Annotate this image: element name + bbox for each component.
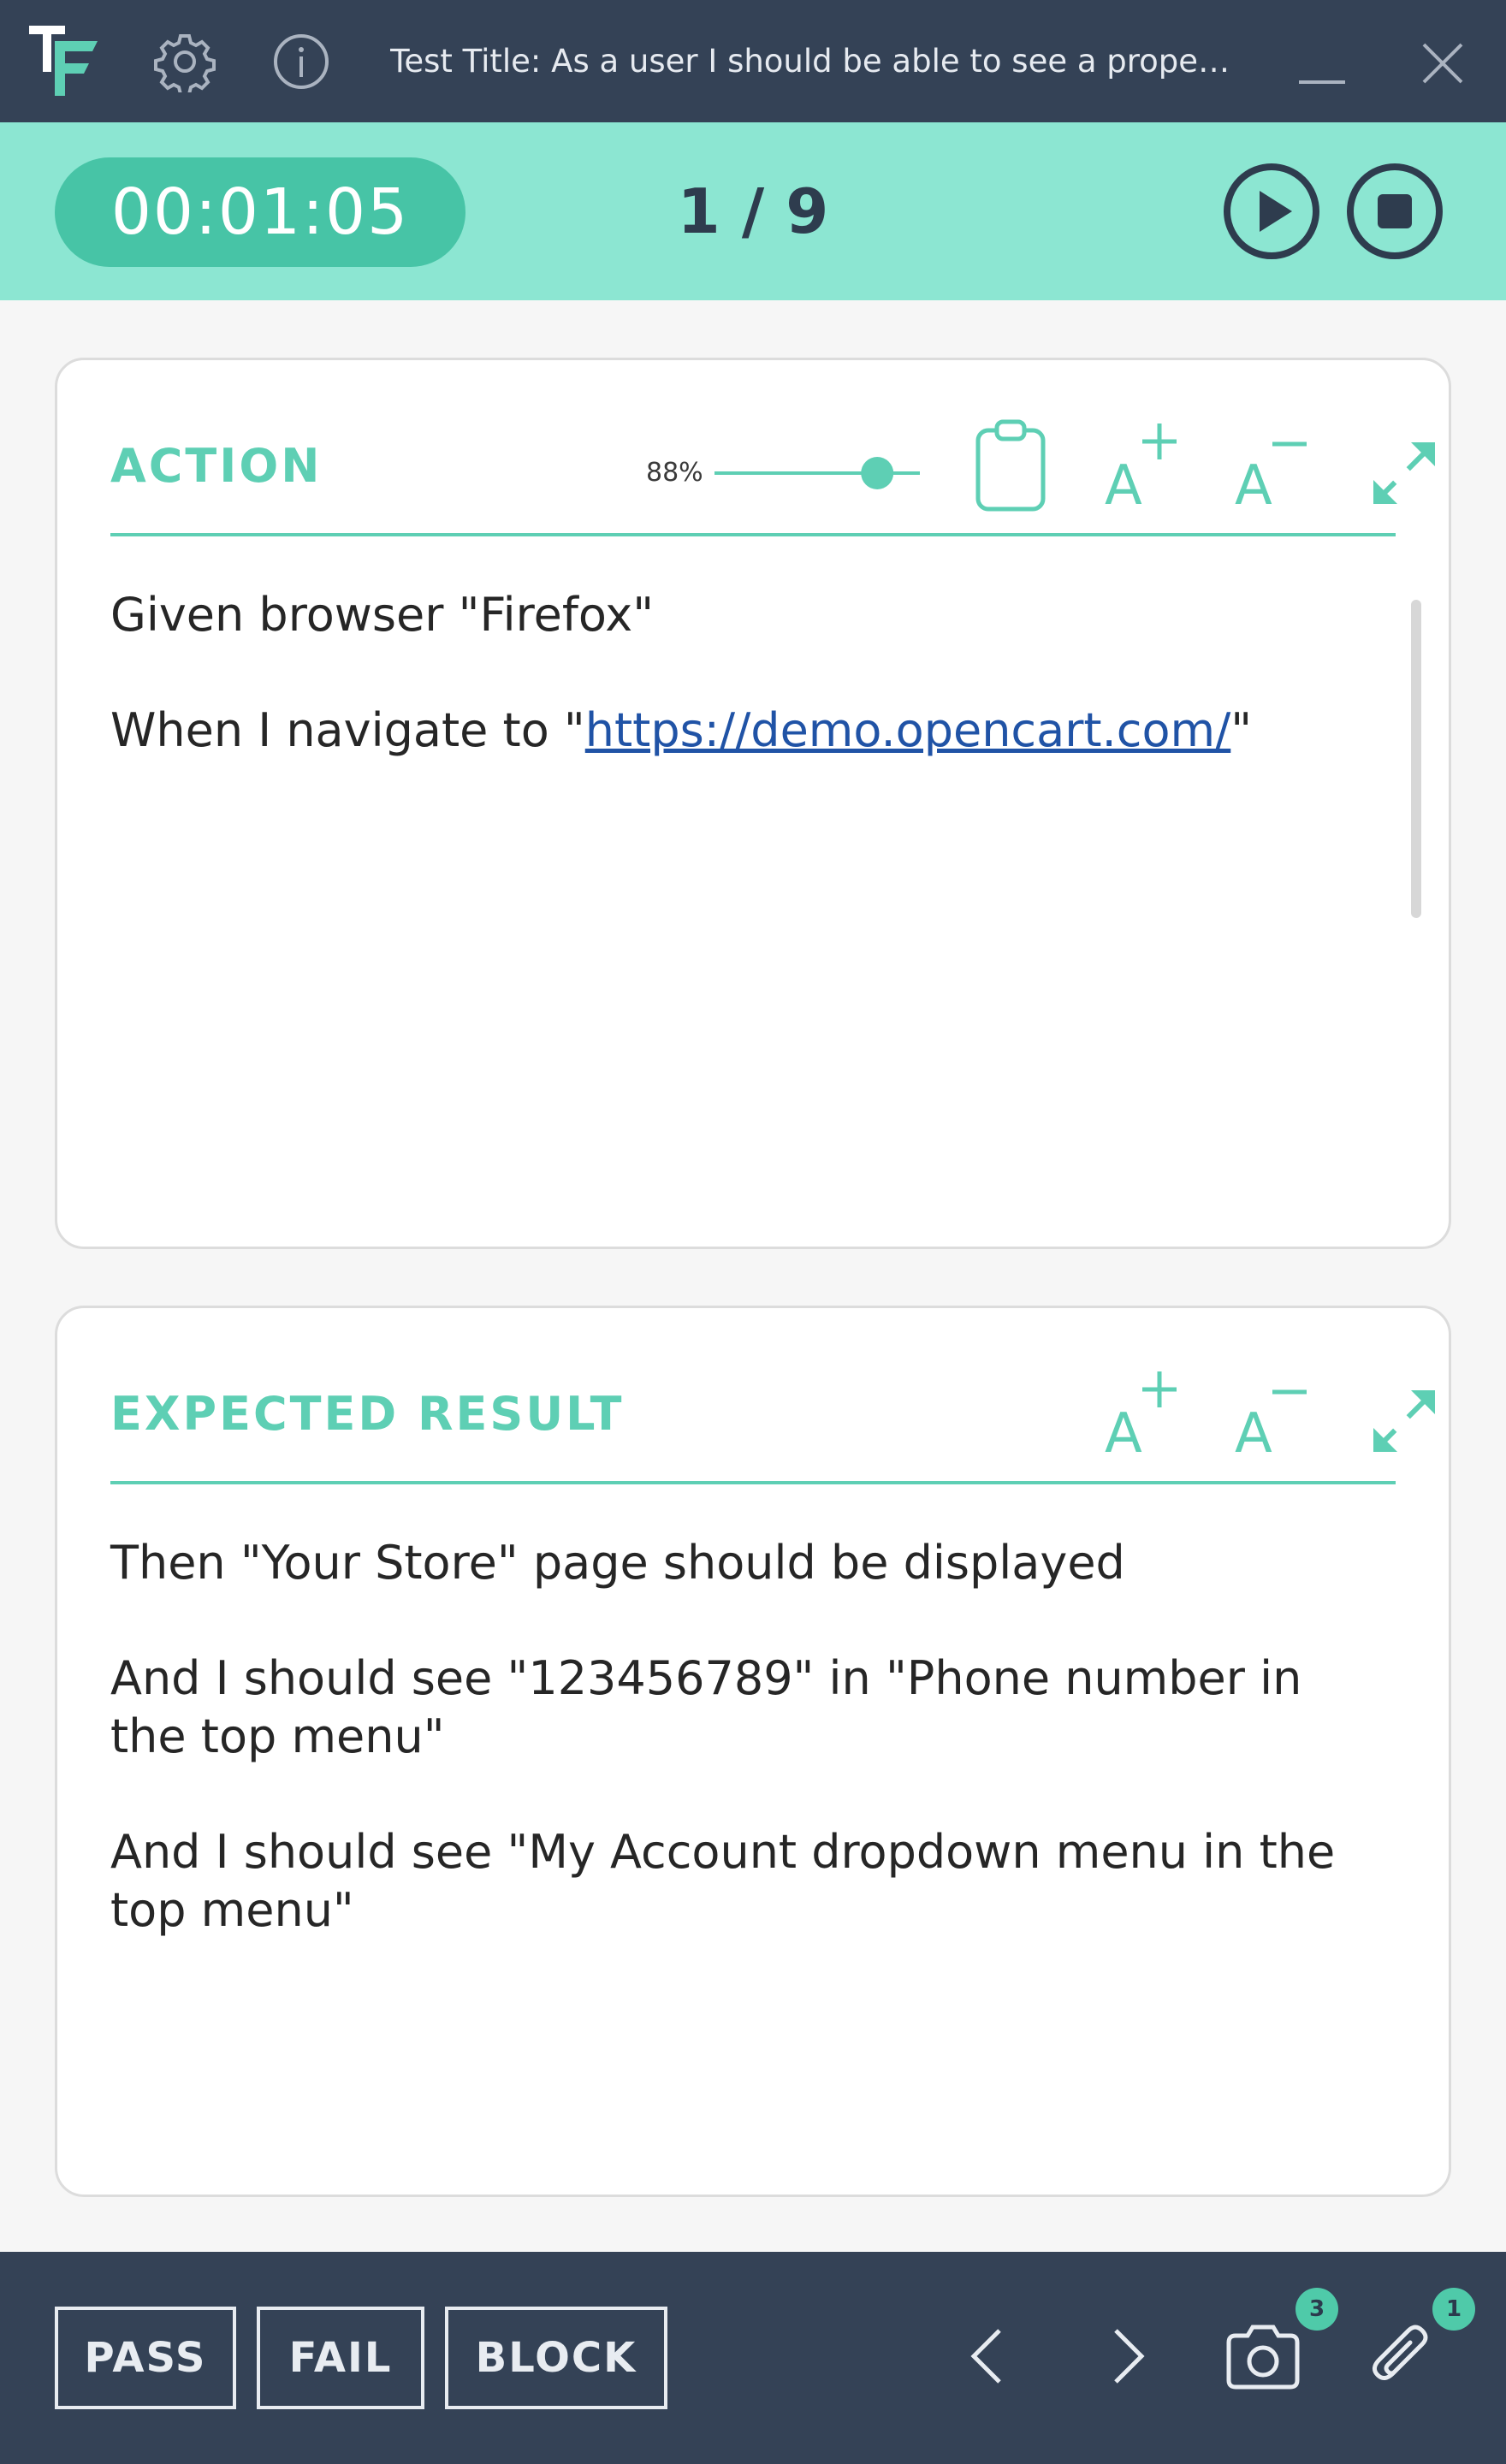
expected-card-header: EXPECTED RESULT A A: [110, 1308, 1435, 1484]
zoom-slider-thumb[interactable]: [861, 457, 894, 489]
expected-step-line: And I should see "123456789" in "Phone n…: [110, 1651, 1302, 1763]
url-link[interactable]: https://demo.opencart.com/: [585, 703, 1231, 757]
close-icon[interactable]: [1417, 38, 1468, 89]
expected-step-line: Then "Your Store" page should be display…: [110, 1536, 1125, 1590]
screenshot-count-badge: 3: [1296, 2288, 1338, 2331]
attachment-count-badge: 1: [1432, 2288, 1475, 2331]
stop-icon[interactable]: [1345, 162, 1444, 261]
step-separator: /: [720, 175, 786, 247]
font-increase-icon[interactable]: A: [1103, 1366, 1185, 1460]
zoom-level: 88%: [646, 458, 703, 488]
expand-icon[interactable]: [1363, 1366, 1445, 1460]
pass-button[interactable]: PASS: [55, 2307, 236, 2409]
elapsed-timer: 00:01:05: [55, 157, 465, 267]
camera-icon[interactable]: [1222, 2315, 1304, 2397]
paperclip-icon[interactable]: [1359, 2315, 1441, 2397]
tf-logo: [29, 26, 98, 96]
chevron-left-icon[interactable]: [948, 2315, 1030, 2397]
minimize-icon[interactable]: [1299, 51, 1345, 86]
clipboard-icon[interactable]: [969, 418, 1052, 512]
play-icon[interactable]: [1222, 162, 1321, 261]
action-step-line: Given browser "Firefox": [110, 588, 655, 642]
chevron-right-icon[interactable]: [1085, 2315, 1167, 2397]
gear-icon[interactable]: [154, 31, 216, 92]
expand-icon[interactable]: [1363, 418, 1445, 512]
step-total: 9: [786, 175, 829, 247]
zoom-slider[interactable]: [714, 449, 920, 497]
svg-text:A: A: [1235, 1402, 1272, 1460]
svg-text:A: A: [1235, 454, 1272, 512]
step-counter: 1 / 9: [599, 172, 907, 251]
svg-text:A: A: [1105, 1402, 1142, 1460]
scrollbar[interactable]: [1411, 600, 1421, 918]
svg-text:A: A: [1105, 454, 1142, 512]
action-step-line: When I navigate to "https://demo.opencar…: [110, 703, 1253, 757]
timer-bar: 00:01:05 1 / 9: [0, 122, 1506, 300]
action-content: Given browser "Firefox" When I navigate …: [110, 586, 1380, 817]
bottom-bar: PASS FAIL BLOCK 3 1: [0, 2252, 1506, 2464]
font-decrease-icon[interactable]: A: [1233, 1366, 1315, 1460]
action-card: ACTION 88% A A Given browser "Firefox" W…: [55, 358, 1451, 1249]
font-decrease-icon[interactable]: A: [1233, 418, 1315, 512]
title-bar: Test Title: As a user I should be able t…: [0, 0, 1506, 122]
action-card-header: ACTION 88% A A: [110, 360, 1435, 536]
step-current: 1: [677, 175, 720, 247]
font-increase-icon[interactable]: A: [1103, 418, 1185, 512]
expected-result-card: EXPECTED RESULT A A Then "Your Store" pa…: [55, 1306, 1451, 2197]
expected-result-content: Then "Your Store" page should be display…: [110, 1534, 1380, 1997]
fail-button[interactable]: FAIL: [257, 2307, 424, 2409]
expected-step-line: And I should see "My Account dropdown me…: [110, 1825, 1336, 1937]
expected-result-title: EXPECTED RESULT: [110, 1387, 625, 1441]
info-icon[interactable]: [270, 31, 332, 92]
test-title: Test Title: As a user I should be able t…: [390, 43, 1237, 80]
action-title: ACTION: [110, 439, 323, 493]
block-button[interactable]: BLOCK: [445, 2307, 667, 2409]
